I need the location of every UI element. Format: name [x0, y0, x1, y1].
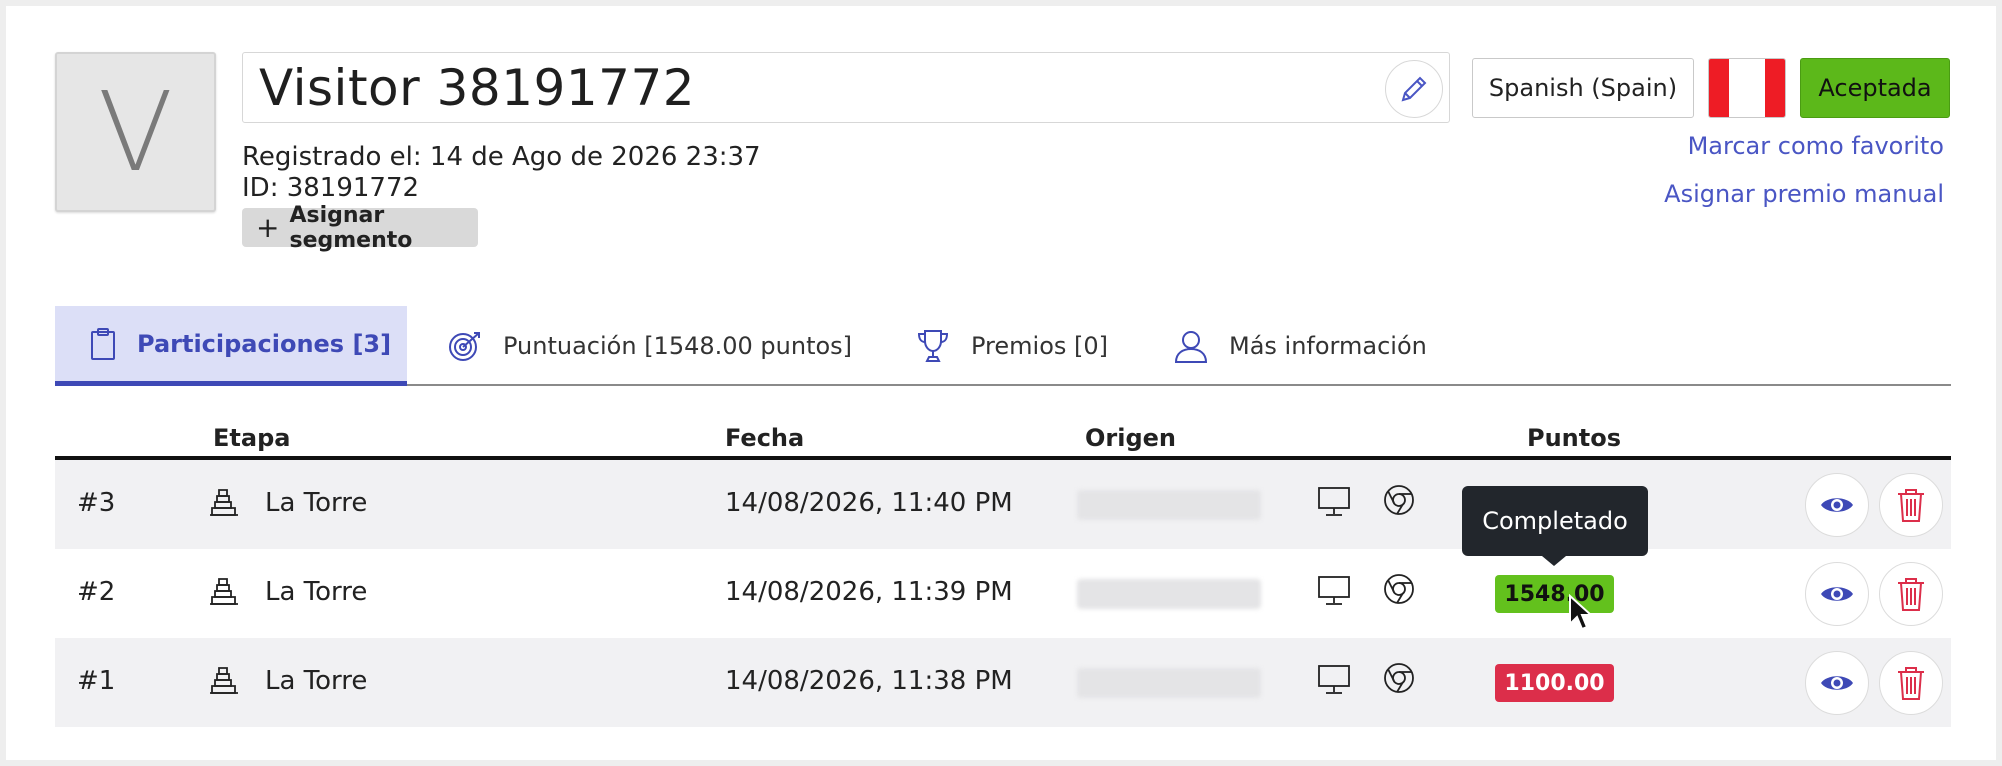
status-accept-button[interactable]: Aceptada [1800, 58, 1950, 118]
assign-segment-button[interactable]: + Asignar segmento [242, 203, 478, 253]
tab-mas-informacion[interactable]: Más información [1173, 306, 1453, 386]
tab-label: Más información [1229, 332, 1427, 360]
view-button[interactable] [1805, 562, 1869, 626]
origin-redacted [1077, 490, 1261, 520]
assign-segment-label: Asignar segmento [289, 202, 413, 253]
tab-label: Premios [0] [971, 332, 1109, 360]
trophy-icon [917, 330, 949, 362]
avatar: V [55, 52, 216, 212]
clipboard-icon [91, 327, 115, 360]
tab-label: Participaciones [3] [137, 329, 392, 358]
row-date: 14/08/2026, 11:38 PM [725, 666, 1013, 696]
header-points: Puntos [1527, 424, 1622, 452]
user-icon [1174, 331, 1208, 363]
trash-icon [1898, 578, 1924, 611]
header-date: Fecha [725, 424, 805, 452]
language-button[interactable]: Spanish (Spain) [1472, 58, 1694, 118]
desktop-icon [1318, 665, 1350, 694]
chrome-icon [1384, 485, 1414, 515]
view-button[interactable] [1805, 473, 1869, 537]
table-row: #1 La Torre 14/08/2026, 11:38 PM 1100.00 [55, 638, 1951, 727]
eye-icon [1821, 498, 1853, 512]
table-row: #3 La Torre 14/08/2026, 11:40 PM [55, 460, 1951, 549]
points-badge[interactable]: 1548.00 [1495, 575, 1614, 613]
row-stage: La Torre [265, 577, 368, 607]
mouse-cursor-icon [1569, 594, 1594, 631]
origin-redacted [1077, 579, 1261, 609]
tab-participaciones[interactable]: Participaciones [3] [55, 306, 407, 386]
row-number: #2 [77, 577, 116, 607]
plus-icon: + [256, 210, 280, 244]
visitor-name-field[interactable]: Visitor 38191772 [242, 52, 1450, 123]
flag-stripe-right [1765, 59, 1785, 117]
avatar-letter: V [97, 68, 174, 196]
row-number: #1 [77, 666, 116, 696]
row-date: 14/08/2026, 11:39 PM [725, 577, 1013, 607]
origin-redacted [1077, 668, 1261, 698]
visitor-card: V Visitor 38191772 Registrado el: 14 de … [6, 6, 1996, 760]
tab-bar: Participaciones [3] Puntuación [1548.00 … [55, 306, 1951, 386]
edit-name-button[interactable] [1385, 60, 1443, 118]
flag-button[interactable] [1708, 58, 1786, 118]
chrome-icon [1384, 663, 1414, 693]
tab-premios[interactable]: Premios [0] [915, 306, 1115, 386]
tab-puntuacion[interactable]: Puntuación [1548.00 puntos] [447, 306, 867, 386]
language-label: Spanish (Spain) [1488, 74, 1678, 102]
flag-stripe-center [1729, 59, 1765, 117]
tower-icon [210, 578, 238, 605]
table-row: #2 La Torre 14/08/2026, 11:39 PM 1548.00 [55, 549, 1951, 638]
status-tooltip: Completado [1462, 486, 1648, 566]
header-origin: Origen [1085, 424, 1177, 452]
registered-date: Registrado el: 14 de Ago de 2026 23:37 [242, 142, 761, 172]
desktop-icon [1318, 576, 1350, 605]
row-stage: La Torre [265, 488, 368, 518]
row-date: 14/08/2026, 11:40 PM [725, 488, 1013, 518]
assign-prize-link[interactable]: Asignar premio manual [1664, 180, 1944, 208]
delete-button[interactable] [1879, 651, 1943, 715]
mark-favorite-link[interactable]: Marcar como favorito [1688, 132, 1944, 160]
eye-icon [1821, 587, 1853, 601]
tower-icon [210, 667, 238, 694]
target-icon [449, 332, 480, 361]
delete-button[interactable] [1879, 562, 1943, 626]
row-stage: La Torre [265, 666, 368, 696]
visitor-id: ID: 38191772 [242, 173, 420, 203]
header-stage: Etapa [213, 424, 291, 452]
desktop-icon [1318, 487, 1350, 516]
view-button[interactable] [1805, 651, 1869, 715]
points-badge[interactable]: 1100.00 [1495, 664, 1614, 702]
table-header: Etapa Fecha Origen Puntos [55, 416, 1951, 460]
trash-icon [1898, 667, 1924, 700]
row-number: #3 [77, 488, 116, 518]
visitor-name: Visitor 38191772 [259, 59, 696, 117]
tower-icon [210, 489, 238, 516]
chrome-icon [1384, 574, 1414, 604]
pencil-icon [1401, 76, 1427, 102]
tab-label: Puntuación [1548.00 puntos] [503, 332, 853, 360]
eye-icon [1821, 676, 1853, 690]
status-accept-label: Aceptada [1818, 74, 1932, 102]
delete-button[interactable] [1879, 473, 1943, 537]
flag-stripe-left [1709, 59, 1729, 117]
trash-icon [1898, 489, 1924, 522]
tooltip-text: Completado [1482, 507, 1628, 535]
